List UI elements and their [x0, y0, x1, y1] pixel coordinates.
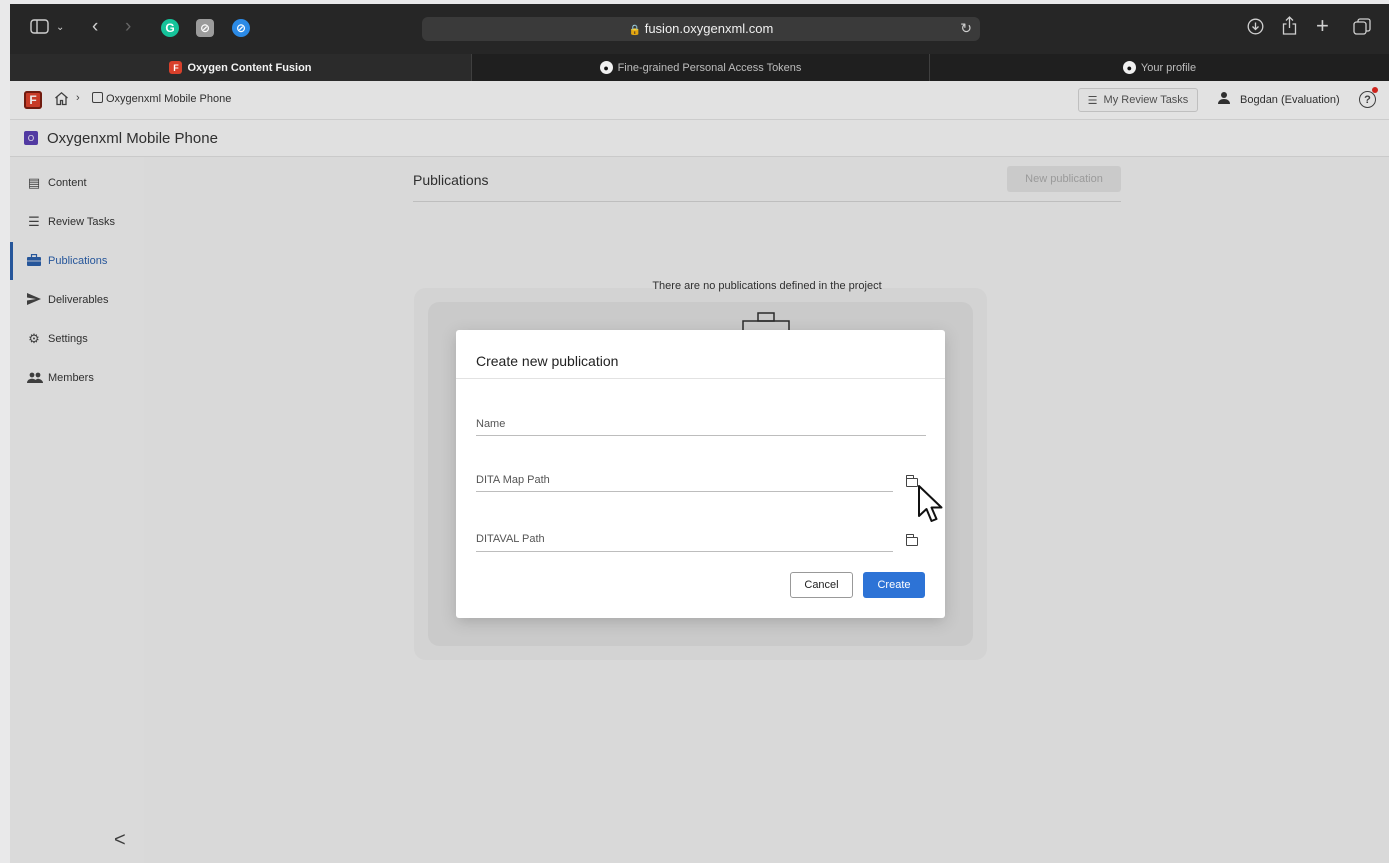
tab-label: Your profile: [1140, 61, 1197, 74]
name-field[interactable]: [476, 414, 926, 436]
tab-overview-icon[interactable]: [1353, 18, 1371, 41]
mouse-cursor-icon: [917, 484, 947, 531]
forward-icon[interactable]: ›: [125, 17, 131, 37]
fusion-favicon-icon: F: [169, 61, 183, 74]
share-icon[interactable]: [1282, 16, 1297, 41]
lock-icon: 🔒: [628, 25, 642, 36]
address-bar[interactable]: 🔒 fusion.oxygenxml.com ↻: [422, 17, 980, 41]
folder-icon[interactable]: [905, 534, 918, 546]
chevron-down-icon[interactable]: ⌄: [56, 18, 64, 38]
name-underline: [476, 435, 926, 436]
download-icon[interactable]: [1247, 18, 1264, 41]
url-text: fusion.oxygenxml.com: [644, 21, 774, 36]
sidebar-toggle-icon[interactable]: [30, 19, 49, 40]
reload-icon[interactable]: ↻: [960, 20, 972, 37]
browser-tab-bar: F Oxygen Content Fusion ● Fine-grained P…: [10, 54, 1389, 81]
ditaval-path-underline: [476, 551, 893, 552]
tab-fine-grained-tokens[interactable]: ● Fine-grained Personal Access Tokens: [472, 54, 929, 81]
cancel-button[interactable]: Cancel: [790, 572, 853, 598]
tab-label: Fine-grained Personal Access Tokens: [617, 61, 802, 74]
dita-map-path-underline: [476, 491, 893, 492]
create-button[interactable]: Create: [863, 572, 925, 598]
dita-map-path-label: DITA Map Path: [476, 474, 550, 486]
tab-your-profile[interactable]: ● Your profile: [930, 54, 1389, 81]
grammarly-icon[interactable]: G: [161, 19, 179, 37]
compass-icon[interactable]: ⊘: [232, 19, 250, 37]
ditaval-path-label: DITAVAL Path: [476, 533, 545, 545]
dialog-title: Create new publication: [476, 353, 619, 369]
name-label: Name: [476, 418, 506, 430]
tab-oxygen-content-fusion[interactable]: F Oxygen Content Fusion: [10, 54, 471, 81]
tab-label: Oxygen Content Fusion: [187, 61, 312, 74]
back-icon[interactable]: ‹: [92, 17, 98, 37]
create-publication-dialog: Create new publication Name DITA Map Pat…: [456, 330, 945, 618]
github-icon: ●: [599, 61, 613, 74]
browser-toolbar: ⌄ ‹ › G ⊘ ⊘ 🔒 fusion.oxygenxml.com ↻ +: [10, 4, 1389, 54]
extension-icon[interactable]: ⊘: [196, 19, 214, 37]
github-icon: ●: [1122, 61, 1136, 74]
new-tab-icon[interactable]: +: [1316, 15, 1329, 37]
dialog-divider: [456, 378, 945, 379]
